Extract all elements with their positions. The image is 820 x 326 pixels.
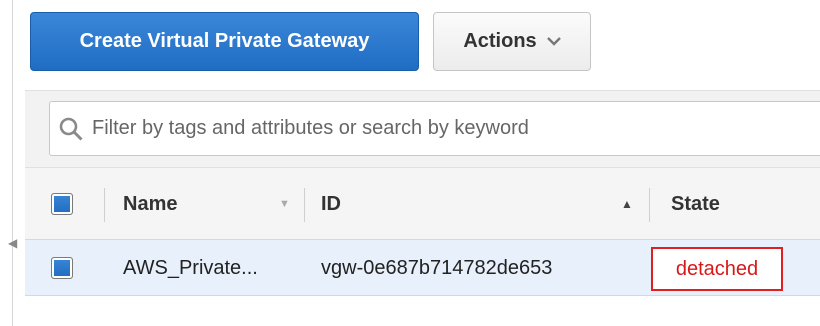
vpn-gateways-panel: Create Virtual Private Gateway Actions F…: [25, 0, 820, 326]
search-input[interactable]: [92, 108, 792, 149]
column-header-name-label: Name: [123, 192, 178, 215]
table-row[interactable]: AWS_Private... vgw-0e687b714782de653 det…: [25, 240, 820, 296]
app-frame: ◀ Create Virtual Private Gateway Actions: [0, 0, 820, 326]
column-divider: [304, 188, 305, 222]
actions-button-label: Actions: [463, 30, 537, 52]
column-header-state-label: State: [671, 192, 720, 215]
column-divider: [104, 188, 105, 222]
row-id: vgw-0e687b714782de653: [321, 256, 553, 279]
filter-bar: [25, 90, 820, 168]
row-name: AWS_Private...: [123, 256, 258, 279]
search-icon: [50, 102, 92, 155]
row-id-cell: vgw-0e687b714782de653: [321, 240, 552, 296]
actions-button[interactable]: Actions: [433, 12, 591, 71]
column-header-id[interactable]: ID: [321, 168, 341, 240]
sort-up-icon[interactable]: ▲: [621, 197, 633, 211]
select-all-checkbox[interactable]: [51, 193, 73, 215]
toolbar: Create Virtual Private Gateway Actions: [25, 0, 820, 80]
left-panel-edge: [12, 0, 13, 326]
status-badge: detached: [651, 247, 783, 291]
sort-down-icon[interactable]: ▼: [279, 198, 290, 210]
column-header-name[interactable]: Name: [123, 168, 177, 240]
column-divider: [649, 188, 650, 222]
search-box: [49, 101, 820, 156]
column-header-state[interactable]: State: [671, 168, 720, 240]
create-button-label: Create Virtual Private Gateway: [79, 30, 370, 52]
column-header-id-label: ID: [321, 192, 341, 215]
panel-collapse-handle-icon[interactable]: ◀: [8, 236, 17, 250]
table-header: Name ▼ ID ▲ State: [25, 168, 820, 240]
chevron-down-icon: [546, 33, 561, 49]
create-virtual-private-gateway-button[interactable]: Create Virtual Private Gateway: [30, 12, 419, 71]
row-name-cell: AWS_Private...: [123, 240, 258, 296]
row-checkbox[interactable]: [51, 257, 73, 279]
row-state: detached: [675, 257, 759, 280]
